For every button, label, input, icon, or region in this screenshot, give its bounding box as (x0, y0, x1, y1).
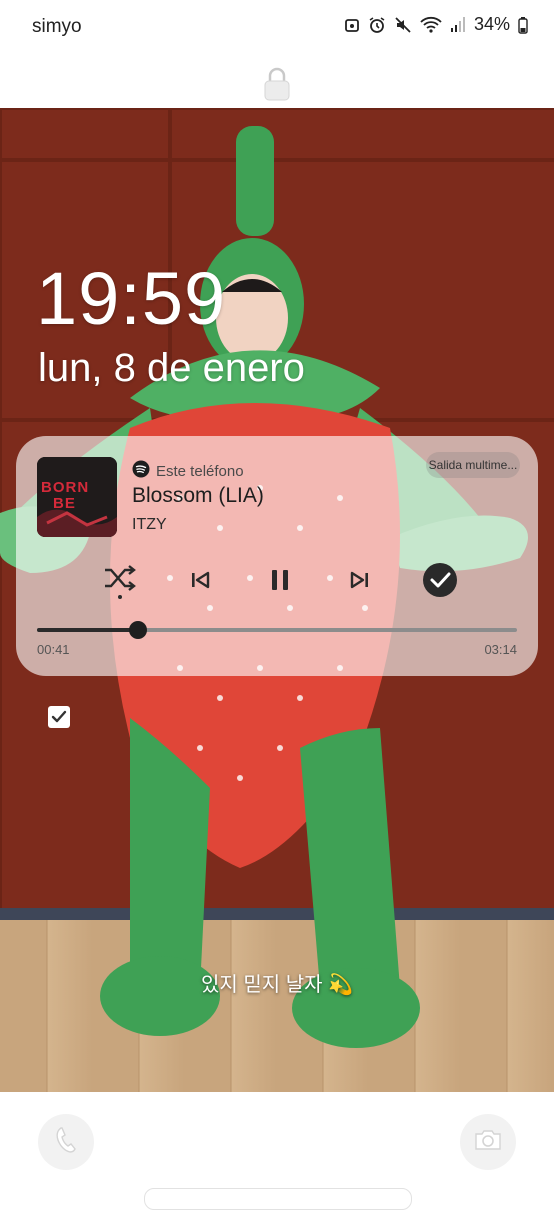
battery-level: 34% (473, 14, 510, 34)
next-icon (348, 568, 372, 597)
album-text-born: BORN (41, 479, 90, 496)
mute-icon (394, 16, 412, 34)
camera-shortcut[interactable] (460, 1114, 516, 1170)
album-art[interactable]: BORN BE (37, 457, 117, 537)
wifi-icon (420, 16, 442, 34)
previous-icon (188, 568, 212, 597)
pause-icon (267, 567, 293, 598)
shuffle-button[interactable] (100, 562, 140, 602)
home-indicator[interactable] (144, 1188, 412, 1210)
phone-icon (53, 1125, 79, 1160)
favorite-button[interactable] (420, 562, 460, 602)
favorite-check-icon (422, 562, 458, 603)
status-bar: simyo 34% (0, 0, 554, 52)
media-player-card[interactable]: BORN BE Este teléfono Salida multime... … (16, 436, 538, 676)
spotify-icon (132, 460, 150, 482)
media-controls (16, 562, 538, 602)
cast-icon (344, 17, 360, 33)
signal-icon (450, 16, 466, 34)
total-time: 03:14 (484, 642, 517, 657)
elapsed-time: 00:41 (37, 642, 70, 657)
lock-icon[interactable] (262, 66, 292, 107)
album-text-be: BE (53, 495, 76, 512)
lockscreen-clock: 19:59 (36, 257, 227, 340)
next-button[interactable] (342, 562, 378, 602)
progress-bar[interactable] (37, 621, 517, 639)
media-source: Este teléfono (132, 460, 244, 482)
media-source-label: Este teléfono (156, 462, 244, 480)
track-artist: ITZY (132, 516, 167, 533)
wallpaper-caption: 있지 믿지 날자 💫 (201, 974, 353, 996)
checkbox-icon (51, 710, 67, 723)
status-icons: 34% (344, 14, 528, 35)
media-output-button[interactable]: Salida multime... (426, 452, 520, 478)
phone-shortcut[interactable] (38, 1114, 94, 1170)
pause-button[interactable] (262, 562, 298, 602)
progress-fill (37, 628, 139, 632)
previous-button[interactable] (182, 562, 218, 602)
alarm-icon (368, 16, 386, 34)
checklist-widget[interactable] (48, 706, 70, 728)
carrier-label: simyo (32, 16, 82, 37)
shuffle-icon (101, 560, 139, 605)
track-title: Blossom (LIA) (132, 484, 264, 507)
lockscreen-date: lun, 8 de enero (38, 346, 305, 390)
battery-icon (518, 16, 528, 34)
camera-icon (473, 1127, 503, 1158)
progress-thumb[interactable] (129, 621, 148, 639)
